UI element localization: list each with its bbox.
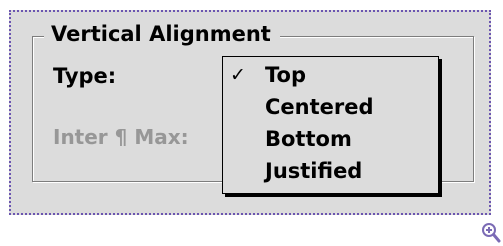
group-title: Vertical Alignment [44,20,280,48]
menu-item-label: Bottom [265,127,352,151]
menu-item-justified[interactable]: Justified [223,155,438,187]
menu-item-centered[interactable]: Centered [223,91,438,123]
zoom-in-icon[interactable] [481,222,501,244]
menu-item-label: Justified [265,159,363,183]
menu-item-top[interactable]: ✓ Top [223,59,438,91]
type-popup-menu[interactable]: ✓ Top Centered Bottom Justified [222,56,439,194]
inter-paragraph-max-label: Inter ¶ Max: [53,125,189,149]
menu-item-label: Top [265,63,306,87]
type-label: Type: [53,64,117,88]
menu-item-label: Centered [265,95,374,119]
checkmark-icon: ✓ [230,64,246,86]
menu-item-bottom[interactable]: Bottom [223,123,438,155]
